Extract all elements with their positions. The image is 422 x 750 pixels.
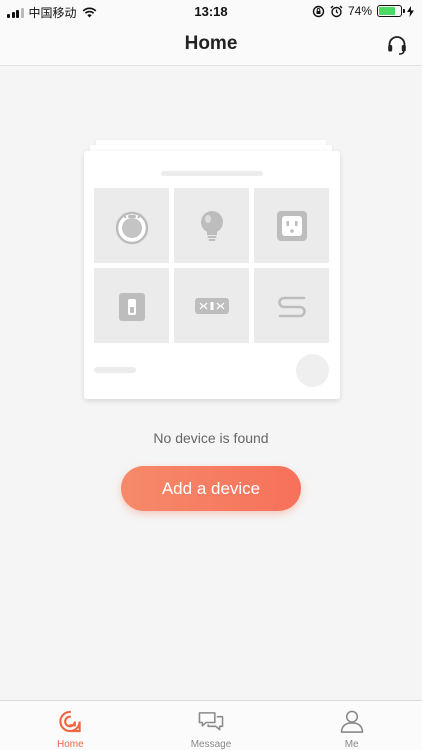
device-tile [254, 268, 329, 343]
status-right: 74% [312, 4, 414, 18]
placeholder-line [94, 367, 136, 373]
tab-home[interactable]: Home [0, 701, 141, 750]
device-tile [94, 188, 169, 263]
device-tile [174, 268, 249, 343]
robot-vacuum-icon [115, 211, 148, 244]
device-tile [174, 188, 249, 263]
message-icon [198, 712, 224, 731]
wall-switch-icon [118, 292, 145, 321]
empty-state-message: No device is found [153, 430, 269, 446]
charging-bolt-icon [407, 5, 414, 17]
empty-illustration [84, 140, 340, 402]
add-device-button[interactable]: Add a device [121, 466, 301, 511]
home-icon [59, 710, 82, 733]
tab-label: Message [190, 739, 232, 750]
profile-icon [340, 710, 364, 733]
status-bar: 中国移动 13:18 74% [0, 0, 422, 24]
page-title: Home [184, 33, 238, 54]
tab-label: Me [344, 739, 359, 750]
tab-label: Home [56, 739, 84, 750]
nav-bar: Home [0, 24, 422, 66]
placeholder-line [161, 171, 263, 176]
light-strip-icon [277, 296, 306, 317]
rotation-lock-icon [312, 5, 325, 17]
remote-panel-icon [194, 297, 229, 314]
device-tile [94, 268, 169, 343]
headset-icon[interactable] [386, 34, 408, 56]
battery-percent: 74% [347, 4, 372, 18]
battery-icon [377, 5, 405, 17]
tab-bar: Home Message Me [0, 700, 422, 750]
battery-fill [379, 7, 395, 15]
power-socket-icon [276, 210, 307, 241]
light-bulb-icon [200, 210, 223, 241]
device-tile [254, 188, 329, 263]
placeholder-circle [296, 354, 329, 387]
device-tile-grid [94, 188, 330, 343]
device-card-illustration [84, 151, 340, 399]
tab-message[interactable]: Message [141, 701, 282, 750]
alarm-icon [330, 5, 343, 17]
tab-me[interactable]: Me [281, 701, 422, 750]
